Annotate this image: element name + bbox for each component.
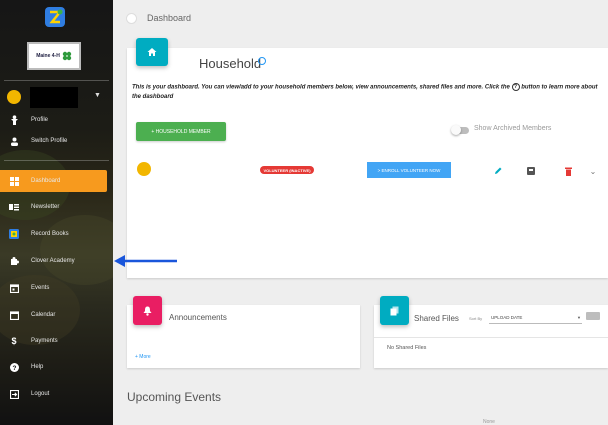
no-shared-files-text: No Shared Files [387, 345, 427, 351]
sidebar-divider [4, 160, 109, 161]
sidebar-item-record-books[interactable]: Record Books [0, 223, 113, 245]
user-profile-menu[interactable]: ▼ [0, 86, 113, 108]
toggle-knob [451, 125, 461, 135]
sidebar-item-switch-profile[interactable]: Switch Profile [0, 130, 113, 152]
sidebar-item-label: Profile [31, 117, 49, 123]
sidebar-item-events[interactable]: Events [0, 277, 113, 299]
clover-icon [62, 51, 72, 61]
sidebar-item-label: Help [31, 364, 44, 370]
top-bar: Dashboard [113, 0, 608, 40]
sidebar-item-calendar[interactable]: Calendar [0, 304, 113, 326]
household-card: Household This is your dashboard. You ca… [127, 38, 608, 278]
sidebar-item-payments[interactable]: $ Payments [0, 330, 113, 352]
events-icon [9, 283, 19, 293]
sidebar-item-profile[interactable]: Profile [0, 109, 113, 131]
user-name-redacted [30, 87, 78, 108]
organization-logo: Maine 4-H [27, 42, 81, 70]
app-logo-icon [45, 7, 65, 27]
sidebar-item-label: Switch Profile [31, 138, 68, 144]
sidebar-item-label: Calendar [31, 312, 56, 318]
more-announcements-link[interactable]: + More [135, 354, 151, 360]
help-circle-icon: ? [511, 83, 520, 91]
sidebar-item-help[interactable]: ? Help [0, 356, 113, 378]
sidebar-item-label: Newsletter [31, 204, 60, 210]
annotation-arrow-icon [114, 255, 177, 267]
shared-files-card: Shared Files Sort By UPLOAD DATE ▼ No Sh… [374, 296, 608, 368]
shared-files-title: Shared Files [414, 314, 459, 323]
sidebar-item-label: Record Books [31, 231, 69, 237]
household-help-icon[interactable] [258, 57, 266, 65]
sidebar-item-newsletter[interactable]: Newsletter [0, 196, 113, 218]
switch-user-icon [9, 136, 19, 146]
sort-by-select[interactable]: UPLOAD DATE [489, 312, 582, 324]
record-books-icon [9, 229, 19, 239]
puzzle-icon [9, 256, 19, 266]
household-title: Household [199, 56, 262, 71]
sidebar-item-label: Logout [31, 391, 50, 397]
organization-logo-text: Maine 4-H [36, 53, 60, 59]
sort-by-label: Sort By [469, 316, 483, 321]
caret-down-icon[interactable]: ▼ [94, 92, 101, 99]
show-archived-toggle[interactable] [451, 125, 469, 135]
sidebar-item-dashboard[interactable]: Dashboard [0, 170, 107, 192]
sidebar-item-clover-academy[interactable]: Clover Academy [0, 250, 113, 272]
household-member-row: VOLUNTEER (INACTIVE) > ENROLL VOLUNTEER … [127, 156, 608, 186]
breadcrumb: Dashboard [147, 13, 192, 23]
person-icon [9, 115, 19, 125]
announcements-card: Announcements + More [127, 296, 360, 368]
volunteer-status-badge: VOLUNTEER (INACTIVE) [260, 166, 314, 174]
add-household-member-button[interactable]: + HOUSEHOLD MEMBER [136, 122, 226, 141]
member-avatar [137, 162, 151, 176]
newsletter-icon [9, 202, 19, 212]
dollar-icon: $ [11, 336, 17, 346]
dashboard-icon [9, 176, 19, 186]
bell-icon [133, 296, 162, 325]
enroll-volunteer-button[interactable]: > ENROLL VOLUNTEER NOW [367, 162, 451, 178]
sidebar-item-logout[interactable]: Logout [0, 383, 113, 405]
files-icon [380, 296, 409, 325]
sidebar-item-label: Clover Academy [31, 258, 75, 264]
help-icon: ? [9, 362, 19, 372]
household-description: This is your dashboard. You can view/add… [132, 83, 602, 102]
breadcrumb-icon[interactable] [126, 13, 137, 24]
sidebar-item-label: Events [31, 285, 50, 291]
upcoming-events-title: Upcoming Events [127, 390, 222, 404]
sidebar-item-label: Dashboard [31, 178, 61, 184]
no-upcoming-events-text: None [483, 419, 495, 425]
sidebar-item-label: Payments [31, 338, 58, 344]
sidebar: Maine 4-H ▼ Profile Switch Profile Dashb… [0, 0, 113, 425]
show-archived-label: Show Archived Members [474, 125, 552, 132]
card-divider [374, 337, 608, 338]
home-icon [136, 38, 168, 66]
caret-down-icon: ▼ [577, 315, 581, 320]
archive-icon[interactable] [526, 166, 536, 176]
calendar-icon [9, 310, 19, 320]
sidebar-divider [4, 80, 109, 81]
chevron-down-icon[interactable]: ⌄ [588, 166, 598, 176]
delete-trash-icon[interactable] [563, 166, 573, 176]
logout-icon [9, 389, 19, 399]
user-avatar [7, 90, 21, 104]
description-text: This is your dashboard. You can view/add… [132, 84, 510, 91]
sort-direction-button[interactable] [586, 312, 600, 320]
edit-pencil-icon[interactable] [493, 166, 503, 176]
announcements-title: Announcements [169, 313, 227, 322]
svg-text:?: ? [12, 365, 16, 372]
